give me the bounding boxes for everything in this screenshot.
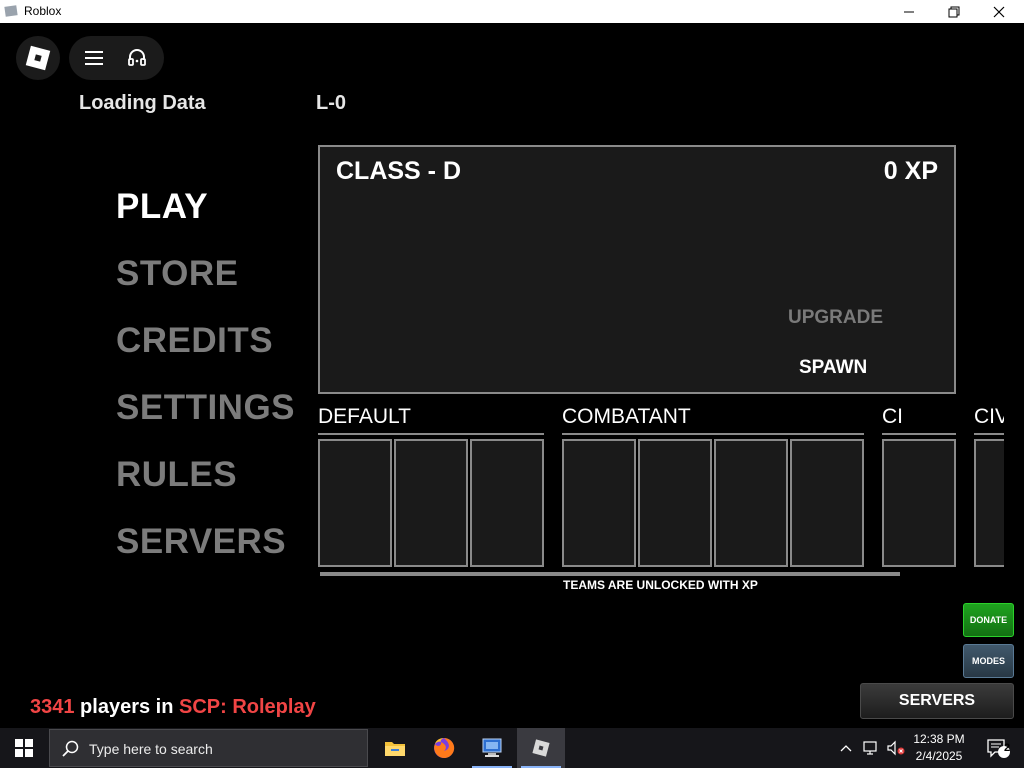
menu-item-store[interactable]: STORE — [116, 254, 238, 294]
donate-button[interactable]: DONATE — [963, 603, 1014, 637]
roblox-taskbar-button[interactable] — [517, 728, 565, 768]
network-icon[interactable] — [862, 740, 880, 756]
hamburger-menu-icon[interactable] — [83, 48, 105, 68]
players-text: players in — [74, 696, 179, 718]
team-divider — [974, 433, 1004, 435]
team-slot[interactable] — [638, 439, 712, 567]
team-slot[interactable] — [882, 439, 956, 567]
team-label-default: DEFAULT — [318, 405, 411, 428]
roblox-logo-icon — [25, 45, 51, 71]
taskbar: Type here to search 12:38 PM 2/4/2025 2 — [0, 728, 1024, 768]
teams-scrollbar[interactable] — [320, 572, 900, 576]
roblox-menu-button[interactable] — [16, 36, 60, 80]
roblox-app-icon — [4, 5, 18, 17]
class-panel: CLASS - D 0 XP UPGRADE SPAWN — [318, 145, 956, 394]
roblox-icon — [532, 739, 550, 757]
team-slot[interactable] — [470, 439, 544, 567]
modes-button[interactable]: MODES — [963, 644, 1014, 678]
menu-item-settings[interactable]: SETTINGS — [116, 388, 295, 428]
minimize-button[interactable] — [886, 0, 932, 23]
chevron-up-icon[interactable] — [838, 740, 854, 756]
team-slot[interactable] — [318, 439, 392, 567]
level-indicator: L-0 — [316, 92, 346, 114]
search-placeholder: Type here to search — [89, 741, 213, 757]
teams-hint: TEAMS ARE UNLOCKED WITH XP — [563, 578, 758, 592]
team-label-ci: CI — [882, 405, 903, 428]
folder-icon — [385, 742, 405, 756]
team-divider — [318, 433, 544, 435]
spawn-button[interactable]: SPAWN — [799, 357, 867, 379]
minimize-icon — [904, 11, 914, 12]
windows-logo-icon — [15, 739, 33, 757]
team-slot[interactable] — [394, 439, 468, 567]
close-icon — [993, 6, 1005, 17]
team-slot[interactable] — [714, 439, 788, 567]
window-title: Roblox — [24, 4, 62, 18]
topbar-pill — [69, 36, 164, 80]
clock-date: 2/4/2025 — [915, 749, 963, 763]
servers-button[interactable]: SERVERS — [860, 683, 1014, 719]
game-viewport: Loading Data L-0 PLAY STORE CREDITS SETT… — [0, 23, 1024, 728]
firefox-icon — [434, 737, 455, 758]
search-icon — [62, 740, 79, 757]
volume-muted-icon[interactable] — [886, 740, 906, 756]
class-xp: 0 XP — [883, 157, 938, 185]
notifications-button[interactable]: 2 — [978, 728, 1018, 768]
class-name: CLASS - D — [336, 157, 461, 185]
team-divider — [882, 433, 956, 435]
start-button[interactable] — [0, 728, 48, 768]
computer-icon — [482, 738, 502, 757]
headset-icon[interactable] — [126, 47, 148, 69]
menu-item-rules[interactable]: RULES — [116, 455, 237, 495]
team-label-combatant: COMBATANT — [562, 405, 691, 428]
menu-item-credits[interactable]: CREDITS — [116, 321, 273, 361]
team-label-civ: CIV — [974, 405, 1004, 428]
window-titlebar: Roblox — [0, 0, 1024, 23]
close-button[interactable] — [976, 0, 1022, 23]
taskbar-search-box[interactable]: Type here to search — [49, 729, 368, 767]
upgrade-button[interactable]: UPGRADE — [788, 307, 883, 329]
notification-count: 2 — [1003, 742, 1011, 754]
taskbar-clock[interactable]: 12:38 PM 2/4/2025 — [912, 731, 966, 765]
file-explorer-button[interactable] — [371, 728, 419, 768]
firefox-button[interactable] — [420, 728, 468, 768]
team-slot[interactable] — [974, 439, 1004, 567]
menu-item-play[interactable]: PLAY — [116, 187, 208, 227]
player-count-status: 3341 players in SCP: Roleplay — [30, 696, 316, 719]
loading-status: Loading Data — [79, 92, 206, 114]
team-divider — [562, 433, 864, 435]
restore-icon — [948, 6, 960, 17]
player-count: 3341 — [30, 696, 75, 718]
remote-desktop-button[interactable] — [468, 728, 516, 768]
system-tray — [838, 728, 906, 768]
team-slot[interactable] — [790, 439, 864, 567]
restore-button[interactable] — [931, 0, 977, 23]
menu-item-servers[interactable]: SERVERS — [116, 522, 286, 562]
clock-time: 12:38 PM — [913, 732, 965, 746]
game-name: SCP: Roleplay — [179, 696, 316, 718]
team-slot[interactable] — [562, 439, 636, 567]
